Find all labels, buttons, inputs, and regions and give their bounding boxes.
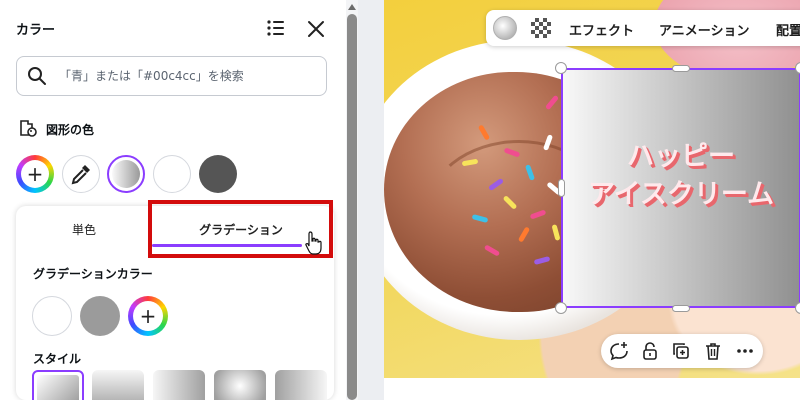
style-vertical[interactable] (92, 370, 144, 400)
eyedropper-button[interactable] (62, 155, 100, 193)
tab-solid[interactable]: 単色 (16, 206, 152, 252)
search-box[interactable] (16, 56, 327, 96)
shape-color-label: 図形の色 (46, 123, 95, 137)
plus-icon: + (21, 160, 49, 188)
more-icon[interactable] (735, 341, 755, 361)
swatch-gradient-selected[interactable] (107, 155, 145, 193)
cursor-hand-icon (305, 231, 322, 255)
style-diagonal-selected[interactable] (32, 370, 84, 400)
eyedropper-icon (71, 165, 90, 185)
workspace-gutter (358, 0, 384, 400)
list-view-button[interactable] (266, 18, 286, 38)
swatch-white[interactable] (153, 155, 191, 193)
swatch-dark-gray[interactable] (199, 155, 237, 193)
resize-handle-top-left[interactable] (555, 62, 567, 74)
resize-handle-top[interactable] (672, 65, 690, 72)
duplicate-icon[interactable] (671, 341, 691, 361)
close-button[interactable] (305, 18, 327, 40)
search-icon (28, 67, 46, 85)
resize-handle-bottom-right[interactable] (795, 302, 800, 314)
shape-text[interactable]: ハッピー アイスクリーム (561, 138, 800, 214)
style-label: スタイル (33, 352, 82, 366)
gradient-stop-gray[interactable] (80, 296, 120, 336)
list-icon (267, 20, 284, 36)
shape-color-icon (20, 120, 37, 137)
element-toolbar: エフェクト アニメーション 配置 (486, 10, 800, 46)
gradient-fill (112, 160, 140, 188)
animation-button[interactable]: アニメーション (659, 20, 749, 39)
comment-add-icon[interactable] (609, 341, 629, 361)
close-icon (308, 21, 324, 37)
add-gradient-color-button[interactable]: + (128, 296, 168, 336)
position-button[interactable]: 配置 (776, 20, 800, 39)
fill-color-button[interactable] (493, 16, 517, 40)
effects-button[interactable]: エフェクト (569, 20, 634, 39)
gradient-colors-label: グラデーションカラー (33, 267, 153, 281)
canvas-bottom-margin (384, 378, 800, 400)
style-preview (37, 375, 79, 400)
gradient-stop-white[interactable] (32, 296, 72, 336)
shape-text-line1: ハッピー (627, 141, 735, 172)
add-color-button[interactable]: + (16, 155, 54, 193)
panel-title: カラー (16, 23, 56, 38)
resize-handle-bottom-left[interactable] (555, 302, 567, 314)
style-horizontal[interactable] (153, 370, 205, 400)
color-panel: カラー 図形の色 + (0, 0, 344, 400)
resize-handle-left[interactable] (558, 179, 565, 197)
context-action-bar (601, 334, 763, 368)
resize-handle-top-right[interactable] (795, 62, 800, 74)
transparency-icon[interactable] (531, 18, 551, 38)
trash-icon[interactable] (703, 341, 723, 361)
search-input[interactable] (59, 66, 319, 86)
lock-icon[interactable] (640, 341, 660, 361)
shape-text-line2: アイスクリーム (587, 179, 775, 210)
style-radial[interactable] (214, 370, 266, 400)
plus-icon: + (133, 301, 163, 331)
resize-handle-bottom[interactable] (672, 305, 690, 312)
scroll-up-arrow[interactable] (348, 4, 356, 10)
style-horizontal-reverse[interactable] (275, 370, 327, 400)
scroll-thumb[interactable] (347, 14, 357, 400)
